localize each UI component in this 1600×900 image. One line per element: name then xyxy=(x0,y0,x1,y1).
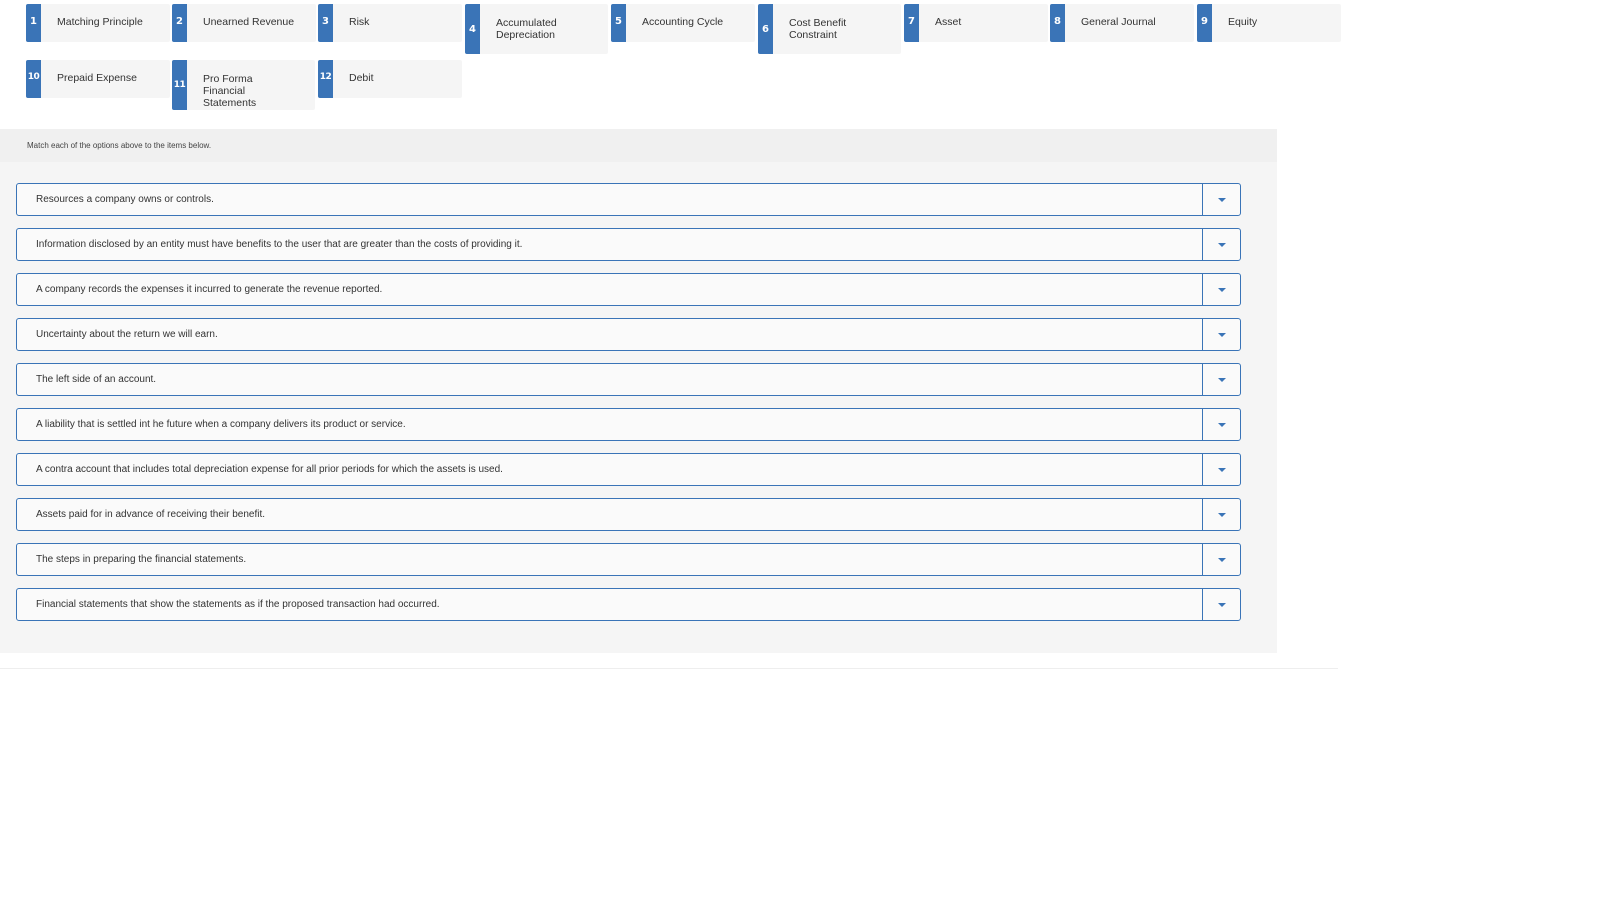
caret-down-icon xyxy=(1217,557,1226,562)
dropdown-button[interactable] xyxy=(1202,589,1240,620)
divider xyxy=(0,668,1338,669)
match-select[interactable]: A contra account that includes total dep… xyxy=(16,453,1241,486)
dropdown-button[interactable] xyxy=(1202,409,1240,440)
option-number-badge: 7 xyxy=(904,4,919,42)
option-tile: 7 Asset xyxy=(904,4,1048,42)
match-select[interactable]: Financial statements that show the state… xyxy=(16,588,1241,621)
instructions: Match each of the options above to the i… xyxy=(0,129,1277,162)
option-tile: 8 General Journal xyxy=(1050,4,1194,42)
option-number-badge: 8 xyxy=(1050,4,1065,42)
option-number-badge: 5 xyxy=(611,4,626,42)
option-label: Matching Principle xyxy=(57,16,143,28)
option-tile: 10 Prepaid Expense xyxy=(26,60,170,98)
dropdown-button[interactable] xyxy=(1202,544,1240,575)
option-label: Risk xyxy=(349,16,370,28)
caret-down-icon xyxy=(1217,287,1226,292)
dropdown-button[interactable] xyxy=(1202,454,1240,485)
option-number-badge: 4 xyxy=(465,4,480,54)
option-number-badge: 2 xyxy=(172,4,187,42)
caret-down-icon xyxy=(1217,242,1226,247)
match-item-text: A contra account that includes total dep… xyxy=(36,464,503,475)
option-tile: 1 Matching Principle xyxy=(26,4,170,42)
match-item-text: A company records the expenses it incurr… xyxy=(36,284,383,295)
match-item-text: Financial statements that show the state… xyxy=(36,599,440,610)
caret-down-icon xyxy=(1217,602,1226,607)
option-tile: 4 Accumulated Depreciation xyxy=(465,4,608,54)
option-label: Cost Benefit Constraint xyxy=(789,17,847,41)
match-select[interactable]: The steps in preparing the financial sta… xyxy=(16,543,1241,576)
option-tile: 6 Cost Benefit Constraint xyxy=(758,4,901,54)
option-label: Unearned Revenue xyxy=(203,16,295,28)
option-number-badge: 1 xyxy=(26,4,41,42)
option-tile: 5 Accounting Cycle xyxy=(611,4,755,42)
dropdown-button[interactable] xyxy=(1202,274,1240,305)
match-select[interactable]: A company records the expenses it incurr… xyxy=(16,273,1241,306)
option-label: Accounting Cycle xyxy=(642,16,724,28)
match-item-text: A liability that is settled int he futur… xyxy=(36,419,406,430)
dropdown-button[interactable] xyxy=(1202,364,1240,395)
dropdown-button[interactable] xyxy=(1202,319,1240,350)
option-tile: 3 Risk xyxy=(318,4,462,42)
match-item-text: Uncertainty about the return we will ear… xyxy=(36,329,218,340)
option-label: Prepaid Expense xyxy=(57,72,137,84)
match-select[interactable]: A liability that is settled int he futur… xyxy=(16,408,1241,441)
option-label: General Journal xyxy=(1081,16,1156,28)
matching-panel: Match each of the options above to the i… xyxy=(0,129,1277,653)
dropdown-button[interactable] xyxy=(1202,229,1240,260)
match-item-text: The steps in preparing the financial sta… xyxy=(36,554,247,565)
option-tile: 12 Debit xyxy=(318,60,462,98)
option-label: Asset xyxy=(935,16,962,28)
option-number-badge: 11 xyxy=(172,60,187,110)
match-select[interactable]: Information disclosed by an entity must … xyxy=(16,228,1241,261)
option-tile: 2 Unearned Revenue xyxy=(172,4,316,42)
match-select[interactable]: Assets paid for in advance of receiving … xyxy=(16,498,1241,531)
caret-down-icon xyxy=(1217,512,1226,517)
option-number-badge: 9 xyxy=(1197,4,1212,42)
option-number-badge: 3 xyxy=(318,4,333,42)
match-select[interactable]: Resources a company owns or controls. xyxy=(16,183,1241,216)
caret-down-icon xyxy=(1217,422,1226,427)
dropdown-button[interactable] xyxy=(1202,499,1240,530)
caret-down-icon xyxy=(1217,467,1226,472)
caret-down-icon xyxy=(1217,332,1226,337)
match-select[interactable]: The left side of an account. xyxy=(16,363,1241,396)
option-label: Equity xyxy=(1228,16,1258,28)
match-item-text: Information disclosed by an entity must … xyxy=(36,239,523,250)
option-label: Accumulated Depreciation xyxy=(496,17,557,41)
caret-down-icon xyxy=(1217,377,1226,382)
option-label: Pro Forma Financial Statements xyxy=(203,73,257,109)
option-label: Debit xyxy=(349,72,374,84)
caret-down-icon xyxy=(1217,197,1226,202)
option-number-badge: 6 xyxy=(758,4,773,54)
option-number-badge: 12 xyxy=(318,60,333,98)
option-tile: 9 Equity xyxy=(1197,4,1341,42)
dropdown-button[interactable] xyxy=(1202,184,1240,215)
match-item-text: Assets paid for in advance of receiving … xyxy=(36,509,266,520)
match-item-text: Resources a company owns or controls. xyxy=(36,194,214,205)
option-number-badge: 10 xyxy=(26,60,41,98)
match-item-text: The left side of an account. xyxy=(36,374,157,385)
option-tile: 11 Pro Forma Financial Statements xyxy=(172,60,315,110)
match-select[interactable]: Uncertainty about the return we will ear… xyxy=(16,318,1241,351)
